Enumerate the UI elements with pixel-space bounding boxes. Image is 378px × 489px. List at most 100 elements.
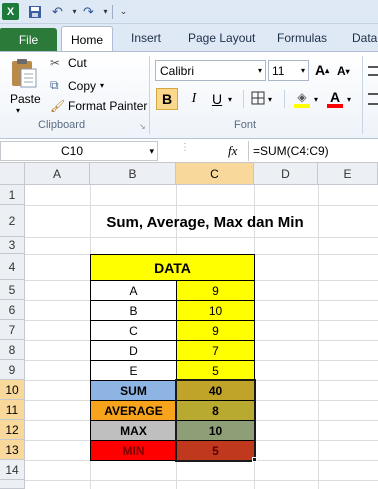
item-label-cell[interactable]: B	[90, 300, 177, 321]
row-header[interactable]: 13	[0, 440, 25, 460]
item-label-cell[interactable]: E	[90, 360, 177, 381]
shrink-font-icon: A	[337, 64, 346, 78]
shrink-font-button[interactable]: A ▾	[337, 64, 350, 78]
group-divider	[362, 56, 363, 134]
item-value-cell[interactable]: 9	[176, 280, 255, 301]
tab-page-layout[interactable]: Page Layout	[188, 31, 255, 45]
format-painter-label: Format Painter	[68, 99, 148, 113]
excel-logo-icon[interactable]: X	[2, 3, 19, 20]
item-value-cell[interactable]: 10	[176, 300, 255, 321]
ribbon-tabs: File Home Insert Page Layout Formulas Da…	[0, 24, 378, 52]
row-header[interactable]: 8	[0, 340, 25, 360]
fill-color-dropdown-icon[interactable]: ▾	[314, 95, 318, 104]
tab-home-label: Home	[70, 32, 103, 47]
toolbar-divider	[112, 5, 113, 19]
tab-home[interactable]: Home	[61, 26, 113, 52]
row-header[interactable]: 7	[0, 320, 25, 340]
data-header-cell[interactable]: DATA	[90, 254, 255, 281]
row-header[interactable]	[0, 480, 25, 489]
clipboard-launcher-icon[interactable]: ↘	[139, 122, 146, 131]
save-icon[interactable]	[26, 3, 43, 20]
redo-icon[interactable]: ↷	[80, 3, 97, 20]
font-size-select[interactable]: 11 ▾	[268, 60, 309, 81]
bold-icon: B	[161, 91, 173, 107]
toolbar-divider	[243, 90, 244, 108]
row-header[interactable]: 14	[0, 460, 25, 480]
max-value-cell[interactable]: 10	[176, 420, 255, 441]
grow-font-button[interactable]: A ▴	[315, 62, 329, 78]
paste-icon[interactable]	[8, 56, 40, 90]
row-header[interactable]: 11	[0, 400, 25, 420]
font-color-dropdown-icon[interactable]: ▾	[347, 95, 351, 104]
font-color-icon: A	[329, 89, 341, 105]
row-header[interactable]: 9	[0, 360, 25, 380]
insert-function-button[interactable]: fx	[228, 143, 237, 159]
row-header[interactable]: 1	[0, 185, 25, 205]
fill-handle[interactable]	[252, 457, 257, 462]
row-header[interactable]: 3	[0, 237, 25, 254]
font-color-button[interactable]: A	[325, 88, 345, 110]
column-header-c[interactable]: C	[176, 163, 254, 185]
item-value-cell[interactable]: 5	[176, 360, 255, 381]
fill-color-swatch	[294, 104, 310, 108]
min-value-cell[interactable]: 5	[176, 440, 255, 461]
italic-button[interactable]: I	[183, 88, 205, 110]
sum-value-cell[interactable]: 40	[176, 380, 255, 401]
formula-input[interactable]: =SUM(C4:C9)	[248, 141, 378, 161]
row-header[interactable]: 6	[0, 300, 25, 320]
toolbar-divider	[284, 90, 285, 108]
formula-bar: C10 ▾ ⋮ fx =SUM(C4:C9)	[0, 139, 378, 163]
chevron-down-icon: ▾	[257, 66, 262, 75]
tab-file[interactable]: File	[0, 28, 57, 52]
average-value-cell[interactable]: 8	[176, 400, 255, 421]
gridline	[25, 480, 378, 481]
paste-dropdown-icon[interactable]: ▾	[16, 106, 20, 115]
format-painter-button[interactable]: 🖌 Format Painter	[50, 99, 147, 113]
row-header[interactable]: 4	[0, 254, 25, 280]
tab-formulas[interactable]: Formulas	[277, 31, 327, 45]
undo-icon[interactable]: ↶	[49, 3, 66, 20]
gridline	[25, 237, 378, 238]
align-icon[interactable]	[368, 93, 378, 105]
tab-data[interactable]: Data	[352, 31, 377, 45]
row-header[interactable]: 12	[0, 420, 25, 440]
column-header-d[interactable]: D	[254, 163, 318, 185]
column-header-e[interactable]: E	[318, 163, 378, 185]
copy-button[interactable]: ⧉ Copy ▾	[50, 78, 104, 93]
paste-button[interactable]: Paste	[10, 92, 41, 106]
formula-bar-grip-icon: ⋮	[180, 142, 190, 153]
row-header[interactable]: 10	[0, 380, 25, 400]
column-header-a[interactable]: A	[25, 163, 90, 185]
gridline	[25, 205, 378, 206]
average-label-cell[interactable]: AVERAGE	[90, 400, 177, 421]
underline-dropdown-icon[interactable]: ▾	[228, 95, 232, 104]
max-label-cell[interactable]: MAX	[90, 420, 177, 441]
item-label-cell[interactable]: C	[90, 320, 177, 341]
row-header[interactable]: 5	[0, 280, 25, 300]
align-icon[interactable]	[368, 66, 378, 76]
borders-dropdown-icon[interactable]: ▾	[268, 95, 272, 104]
cut-button[interactable]: ✂ Cut	[50, 56, 87, 70]
select-all-corner[interactable]	[0, 163, 25, 185]
bold-button[interactable]: B	[156, 88, 178, 110]
underline-button[interactable]: U	[206, 88, 228, 110]
min-label-cell[interactable]: MIN	[90, 440, 177, 461]
sum-label-cell[interactable]: SUM	[90, 380, 177, 401]
font-name-select[interactable]: Calibri ▾	[155, 60, 266, 81]
name-box[interactable]: C10 ▾	[0, 141, 158, 161]
column-header-b[interactable]: B	[90, 163, 176, 185]
row-header[interactable]: 2	[0, 205, 25, 237]
item-label-cell[interactable]: A	[90, 280, 177, 301]
item-value-cell[interactable]: 9	[176, 320, 255, 341]
fill-color-button[interactable]: ◈	[292, 88, 312, 110]
italic-icon: I	[191, 91, 197, 106]
clipboard-group-label: Clipboard	[38, 119, 86, 131]
item-value-cell[interactable]: 7	[176, 340, 255, 361]
customize-toolbar-icon[interactable]: ⌄	[115, 3, 132, 20]
tab-insert[interactable]: Insert	[131, 31, 161, 45]
sheet-title[interactable]: Sum, Average, Max dan Min	[90, 210, 320, 234]
paint-bucket-icon: ◈	[297, 90, 307, 104]
copy-dropdown-icon[interactable]: ▾	[100, 81, 104, 90]
borders-button[interactable]	[250, 90, 266, 106]
item-label-cell[interactable]: D	[90, 340, 177, 361]
